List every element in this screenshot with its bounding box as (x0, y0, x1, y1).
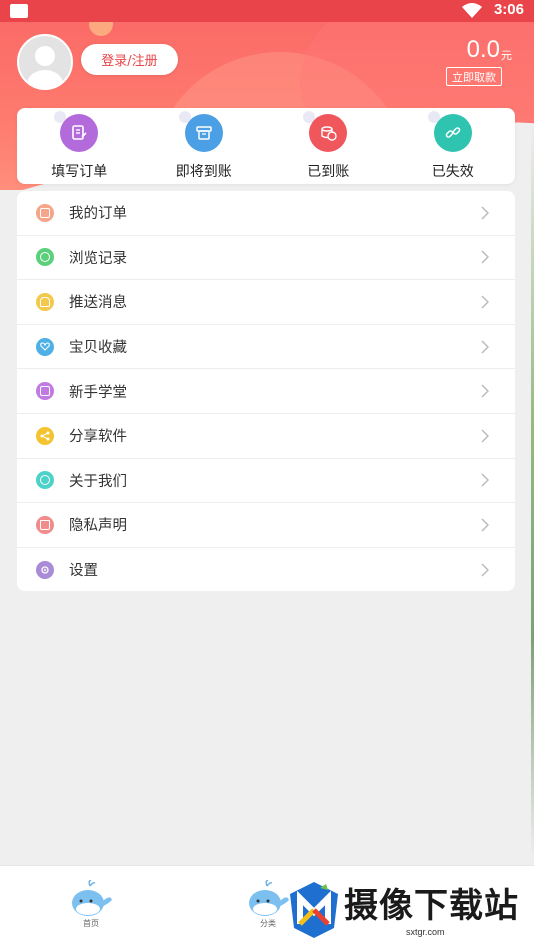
balance-unit: 元 (501, 49, 512, 62)
history-icon (36, 248, 54, 267)
order-item-label: 已到账 (307, 164, 350, 180)
notification-icon (10, 4, 28, 18)
pending-icon (184, 114, 223, 152)
heart-icon (36, 337, 54, 356)
tab-home[interactable]: 首页 (61, 880, 121, 929)
chevron-right-icon (481, 563, 489, 577)
menu-item-share[interactable]: 分享软件 (17, 414, 515, 459)
status-time: 3:06 (493, 1, 524, 18)
chevron-right-icon (481, 473, 489, 487)
lock-icon (36, 515, 54, 534)
menu-item-about[interactable]: 关于我们 (17, 459, 515, 504)
menu-item-label: 新手学堂 (69, 384, 127, 401)
chevron-right-icon (481, 295, 489, 309)
order-item-label: 已失效 (431, 164, 474, 180)
order-list-icon (36, 203, 54, 222)
chevron-right-icon (481, 384, 489, 398)
status-bar: 3:06 (0, 0, 534, 22)
site-watermark: 摄像下载站 sxtgr.com (286, 878, 534, 943)
balance-amount: 0.0 (466, 36, 500, 63)
order-item-fill[interactable]: 填写订单 (17, 108, 142, 184)
login-register-button[interactable]: 登录/注册 (81, 44, 178, 75)
order-item-expired[interactable]: 已失效 (391, 108, 516, 184)
chevron-right-icon (481, 429, 489, 443)
avatar[interactable] (17, 34, 73, 90)
menu-item-label: 设置 (69, 563, 98, 580)
menu-item-label: 宝贝收藏 (69, 340, 127, 357)
book-icon (36, 382, 54, 401)
broken-link-icon (433, 114, 472, 152)
chevron-right-icon (481, 518, 489, 532)
menu-item-label: 推送消息 (69, 295, 127, 312)
bell-icon (36, 292, 54, 311)
whale-icon (249, 880, 289, 916)
whale-icon (72, 880, 112, 916)
coins-icon (309, 114, 348, 152)
menu-item-settings[interactable]: 设置 (17, 548, 515, 592)
order-item-pending[interactable]: 即将到账 (142, 108, 267, 184)
chevron-right-icon (481, 340, 489, 354)
chevron-right-icon (481, 206, 489, 220)
menu-item-history[interactable]: 浏览记录 (17, 236, 515, 281)
menu-item-label: 浏览记录 (69, 250, 127, 267)
watermark-url: sxtgr.com (406, 927, 445, 937)
menu-item-label: 关于我们 (69, 473, 127, 490)
menu-item-my-orders[interactable]: 我的订单 (17, 191, 515, 236)
gear-icon (36, 560, 54, 579)
menu-item-messages[interactable]: 推送消息 (17, 280, 515, 325)
withdraw-button[interactable]: 立即取款 (446, 67, 502, 86)
info-icon (36, 471, 54, 490)
edit-order-icon (60, 114, 99, 152)
menu-item-label: 我的订单 (69, 206, 127, 223)
menu-item-tutorial[interactable]: 新手学堂 (17, 369, 515, 414)
tab-label: 首页 (83, 919, 99, 928)
menu-list: 我的订单 浏览记录 推送消息 宝贝收藏 新手学堂 分享软件 关于我们 隐私声明 … (17, 191, 515, 592)
menu-item-label: 隐私声明 (69, 518, 127, 535)
wifi-icon (462, 3, 482, 18)
watermark-logo-icon (290, 882, 338, 938)
share-icon (36, 426, 54, 445)
menu-item-privacy[interactable]: 隐私声明 (17, 503, 515, 548)
order-item-label: 填写订单 (51, 164, 108, 180)
menu-item-favorites[interactable]: 宝贝收藏 (17, 325, 515, 370)
order-item-label: 即将到账 (175, 164, 232, 180)
order-item-received[interactable]: 已到账 (266, 108, 391, 184)
order-status-card: 填写订单 即将到账 已到账 已失效 (17, 108, 515, 184)
chevron-right-icon (481, 250, 489, 264)
user-silhouette-icon (27, 46, 63, 88)
menu-item-label: 分享软件 (69, 429, 127, 446)
watermark-text: 摄像下载站 (344, 886, 519, 926)
